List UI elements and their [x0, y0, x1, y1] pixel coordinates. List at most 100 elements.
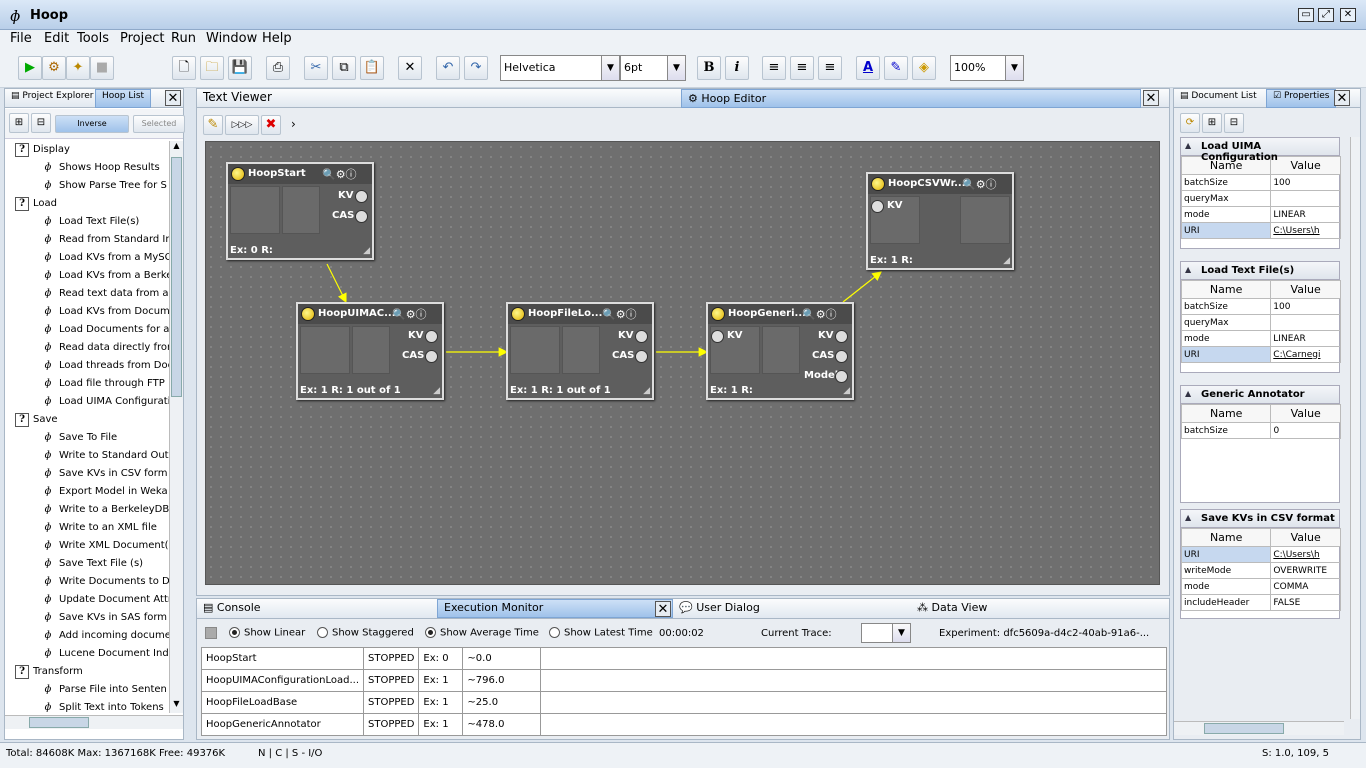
property-value[interactable]: COMMA	[1270, 578, 1341, 595]
tab-execution-monitor[interactable]: Execution Monitor	[437, 599, 673, 618]
node-controls-icon[interactable]: 🔍⚙ⓘ	[322, 166, 357, 182]
tab-text-viewer[interactable]: Text Viewer	[203, 90, 272, 104]
property-group-header[interactable]: Save KVs in CSV format	[1181, 510, 1339, 528]
output-port[interactable]	[635, 330, 648, 343]
node-controls-icon[interactable]: 🔍⚙ⓘ	[962, 176, 997, 192]
property-group-header[interactable]: Load Text File(s)	[1181, 262, 1339, 280]
tree-horizontal-scrollbar[interactable]	[5, 715, 183, 729]
output-port[interactable]	[425, 330, 438, 343]
resize-grip-icon[interactable]: ◢	[643, 386, 650, 396]
node-hoop-start[interactable]: HoopStart 🔍⚙ⓘ KV CAS Ex: 0 R: ◢	[226, 162, 374, 260]
chevron-down-icon[interactable]: ▼	[667, 56, 685, 80]
resize-grip-icon[interactable]: ◢	[433, 386, 440, 396]
redo-icon[interactable]: ↷	[464, 56, 488, 80]
undo-icon[interactable]: ↶	[436, 56, 460, 80]
tree-item[interactable]: ɸ Update Document Attri	[41, 591, 169, 609]
zoom-select[interactable]: 100% ▼	[950, 55, 1024, 81]
copy-icon[interactable]: ⧉	[332, 56, 356, 80]
property-row[interactable]: URI C:\Users\h	[1180, 546, 1341, 563]
node-hoop-csv-writer[interactable]: HoopCSVWr... 🔍⚙ⓘ KV Ex: 1 R: ◢	[866, 172, 1014, 270]
font-size-select[interactable]: 6pt ▼	[620, 55, 686, 81]
tree-item[interactable]: ɸ Save KVs in SAS form	[41, 609, 168, 627]
restore-window-button[interactable]: ▭	[1298, 8, 1314, 22]
property-value[interactable]	[1270, 314, 1341, 331]
property-row[interactable]: writeMode OVERWRITE	[1180, 562, 1341, 579]
tree-item[interactable]: ɸ Export Model in Weka	[41, 483, 168, 501]
menu-project[interactable]: Project	[120, 31, 164, 46]
property-row[interactable]: URI C:\Carnegi	[1180, 346, 1341, 363]
property-row[interactable]: batchSize 100	[1180, 174, 1341, 191]
tree-item[interactable]: ɸ Parse File into Senten	[41, 681, 167, 699]
clear-icon[interactable]: ✖	[261, 115, 281, 135]
stop-monitor-icon[interactable]	[205, 627, 217, 639]
bold-button[interactable]: B	[697, 56, 721, 80]
property-row[interactable]: mode LINEAR	[1180, 206, 1341, 223]
tab-document-list[interactable]: ▤ Document List	[1180, 91, 1257, 101]
tab-console[interactable]: ▤ Console	[203, 601, 261, 614]
italic-button[interactable]: i	[725, 56, 749, 80]
property-value[interactable]: 0	[1270, 422, 1341, 439]
edit-icon[interactable]: ✎	[203, 115, 223, 135]
property-value[interactable]: FALSE	[1270, 594, 1341, 611]
tree-expand-icon[interactable]: ⊞	[1202, 113, 1222, 133]
maximize-window-button[interactable]: ⤢	[1318, 8, 1334, 22]
output-port[interactable]	[355, 210, 368, 223]
chevron-down-icon[interactable]: ▼	[1005, 56, 1023, 80]
scroll-down-icon[interactable]: ▼	[170, 699, 183, 713]
refresh-icon[interactable]: ⟳	[1180, 113, 1200, 133]
tree-item[interactable]: ɸ Load Text File(s)	[41, 213, 140, 231]
delete-icon[interactable]: ✕	[398, 56, 422, 80]
node-controls-icon[interactable]: 🔍⚙ⓘ	[392, 306, 427, 322]
current-trace-select[interactable]: ▼	[861, 623, 911, 643]
table-row[interactable]: HoopStart STOPPED Ex: 0 ~0.0	[200, 647, 1168, 670]
property-row[interactable]: batchSize 100	[1180, 298, 1341, 315]
property-value[interactable]: OVERWRITE	[1270, 562, 1341, 579]
output-port[interactable]	[425, 350, 438, 363]
output-port[interactable]	[355, 190, 368, 203]
tab-data-view[interactable]: ⁂ Data View	[917, 601, 987, 614]
tree-item[interactable]: ɸ Write Documents to Do	[41, 573, 169, 591]
tree-category[interactable]: ? Display	[15, 141, 70, 159]
tree-item[interactable]: ɸ Write to Standard Outp	[41, 447, 169, 465]
tree-item[interactable]: ɸ Write to an XML file	[41, 519, 157, 537]
new-file-icon[interactable]: 🗋	[172, 56, 196, 80]
table-row[interactable]: HoopUIMAConfigurationLoad... STOPPED Ex: 1…	[200, 669, 1168, 692]
tree-category[interactable]: ? Save	[15, 411, 58, 429]
hscroll-thumb[interactable]	[1204, 723, 1284, 734]
output-port[interactable]	[835, 330, 848, 343]
selected-button[interactable]: Selected	[133, 115, 185, 133]
tree-item[interactable]: ɸ Write to a BerkeleyDB	[41, 501, 169, 519]
cut-icon[interactable]: ✂	[304, 56, 328, 80]
node-hoop-uima[interactable]: HoopUIMAC... 🔍⚙ⓘ KV CAS Ex: 1 R: 1 out o…	[296, 302, 444, 400]
stop-icon[interactable]: ■	[90, 56, 114, 80]
tree-item[interactable]: ɸ Shows Hoop Results	[41, 159, 160, 177]
font-family-select[interactable]: Helvetica ▼	[500, 55, 620, 81]
menu-file[interactable]: File	[10, 31, 32, 46]
property-value[interactable]	[1270, 190, 1341, 207]
run-step-icon[interactable]: ⚙	[42, 56, 66, 80]
resize-grip-icon[interactable]: ◢	[843, 386, 850, 396]
property-value[interactable]: LINEAR	[1270, 206, 1341, 223]
tab-project-explorer[interactable]: ▤ Project Explorer	[11, 91, 94, 101]
output-port[interactable]	[835, 350, 848, 363]
property-value[interactable]: LINEAR	[1270, 330, 1341, 347]
run-icon[interactable]: ▶	[18, 56, 42, 80]
tree-expand-icon[interactable]: ⊞	[9, 113, 29, 133]
property-row[interactable]: queryMax	[1180, 314, 1341, 331]
show-latest-time-radio[interactable]: Show Latest Time	[549, 627, 653, 639]
property-value[interactable]: 100	[1270, 174, 1341, 191]
properties-horizontal-scrollbar[interactable]	[1174, 721, 1344, 735]
close-icon[interactable]: ✕	[1143, 90, 1159, 106]
property-value[interactable]: C:\Users\h	[1270, 546, 1341, 563]
tree-collapse-icon[interactable]: ⊟	[1224, 113, 1244, 133]
menu-window[interactable]: Window	[206, 31, 257, 46]
tree-item[interactable]: ɸ Add incoming docume	[41, 627, 169, 645]
show-staggered-radio[interactable]: Show Staggered	[317, 627, 414, 639]
tree-vertical-scrollbar[interactable]: ▲ ▼	[169, 141, 183, 713]
input-port[interactable]	[871, 200, 884, 213]
tree-item[interactable]: ɸ Read text data from a	[41, 285, 169, 303]
table-row[interactable]: HoopFileLoadBase STOPPED Ex: 1 ~25.0	[200, 691, 1168, 714]
tree-item[interactable]: ɸ Load Documents for a	[41, 321, 169, 339]
debug-icon[interactable]: ✦	[66, 56, 90, 80]
tree-item[interactable]: ɸ Load UIMA Configurati	[41, 393, 169, 411]
